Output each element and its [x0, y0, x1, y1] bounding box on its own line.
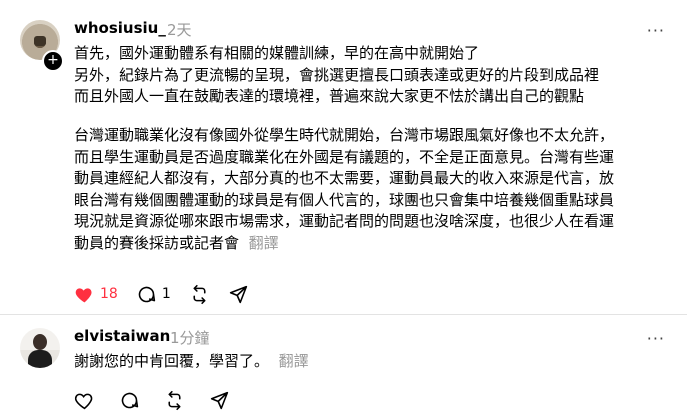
reply-post: + whosiusiu_ 2天 ··· 首先，國外運動體系有相關的媒體訓練，早的… — [0, 0, 687, 315]
action-bar: 18 1 — [74, 282, 267, 306]
share-icon — [228, 284, 249, 305]
more-options-icon[interactable]: ··· — [647, 21, 665, 40]
text-line: 現況就是資源從哪來跟市場需求，運動記者問的問題也沒啥深度，也很少人在看運 — [74, 212, 615, 230]
translate-link[interactable]: 翻譯 — [249, 234, 279, 252]
text-line: 台灣運動職業化沒有像國外從學生時代就開始，台灣市場跟風氣好像也不太允許， — [74, 126, 615, 144]
share-button[interactable] — [209, 390, 230, 411]
comment-icon — [136, 284, 157, 305]
translate-link[interactable]: 翻譯 — [279, 352, 309, 370]
timestamp[interactable]: 1分鐘 — [170, 327, 210, 348]
post-paragraph: 台灣運動職業化沒有像國外從學生時代就開始，台灣市場跟風氣好像也不太允許， 而且學… — [74, 125, 614, 254]
text-line: 另外，紀錄片為了更流暢的呈現，會挑選更擅長口頭表達或更好的片段到成品裡 — [74, 65, 600, 84]
post-paragraph: 首先，國外運動體系有相關的媒體訓練，早的在高中就開始了 另外，紀錄片為了更流暢的… — [74, 43, 599, 108]
heart-icon — [74, 390, 95, 411]
more-options-icon[interactable]: ··· — [647, 329, 665, 348]
username[interactable]: elvistaiwan — [74, 327, 170, 345]
text-line: 謝謝您的中肯回覆，學習了。 — [74, 352, 270, 370]
avatar-body — [28, 350, 52, 368]
text-line: 首先，國外運動體系有相關的媒體訓練，早的在高中就開始了 — [74, 44, 480, 62]
repost-icon — [164, 390, 185, 411]
repost-button[interactable] — [164, 390, 185, 411]
username[interactable]: whosiusiu_ — [74, 19, 166, 37]
timestamp[interactable]: 2天 — [167, 19, 192, 40]
comment-button[interactable]: 1 — [136, 284, 171, 305]
divider — [0, 314, 687, 315]
text-line: 而且外國人一直在鼓勵表達的環境裡，普遍來說大家更不怯於講出自己的觀點 — [74, 87, 585, 105]
post-text: 謝謝您的中肯回覆，學習了。 翻譯 — [74, 351, 309, 373]
avatar[interactable] — [20, 328, 60, 368]
action-bar — [74, 388, 248, 412]
repost-icon — [189, 284, 210, 305]
like-button[interactable] — [74, 390, 95, 411]
text-line-last: 動員的賽後採訪或記者會 翻譯 — [74, 233, 614, 255]
comment-count: 1 — [161, 286, 171, 302]
share-icon — [209, 390, 230, 411]
like-count: 18 — [100, 286, 118, 302]
text-line: 眼台灣有幾個團體運動的球員是有個人代言的，球團也只會集中培養幾個重點球員 — [74, 190, 615, 209]
avatar-head — [33, 334, 47, 350]
text-line: 動員連經紀人都沒有，大部分真的也不太需要，運動員最大的收入來源是代言，放 — [74, 169, 615, 187]
share-button[interactable] — [228, 284, 249, 305]
text-line: 而且學生運動員是否過度職業化在外國是有議題的，不全是正面意見。台灣有些運 — [74, 147, 615, 166]
like-button[interactable]: 18 — [74, 284, 118, 305]
avatar-image — [34, 36, 46, 46]
heart-icon — [74, 284, 95, 305]
comment-button[interactable] — [119, 390, 140, 411]
text-line: 動員的賽後採訪或記者會 — [74, 233, 240, 252]
repost-button[interactable] — [189, 284, 210, 305]
follow-plus-icon[interactable]: + — [42, 50, 64, 72]
comment-icon — [119, 390, 140, 411]
